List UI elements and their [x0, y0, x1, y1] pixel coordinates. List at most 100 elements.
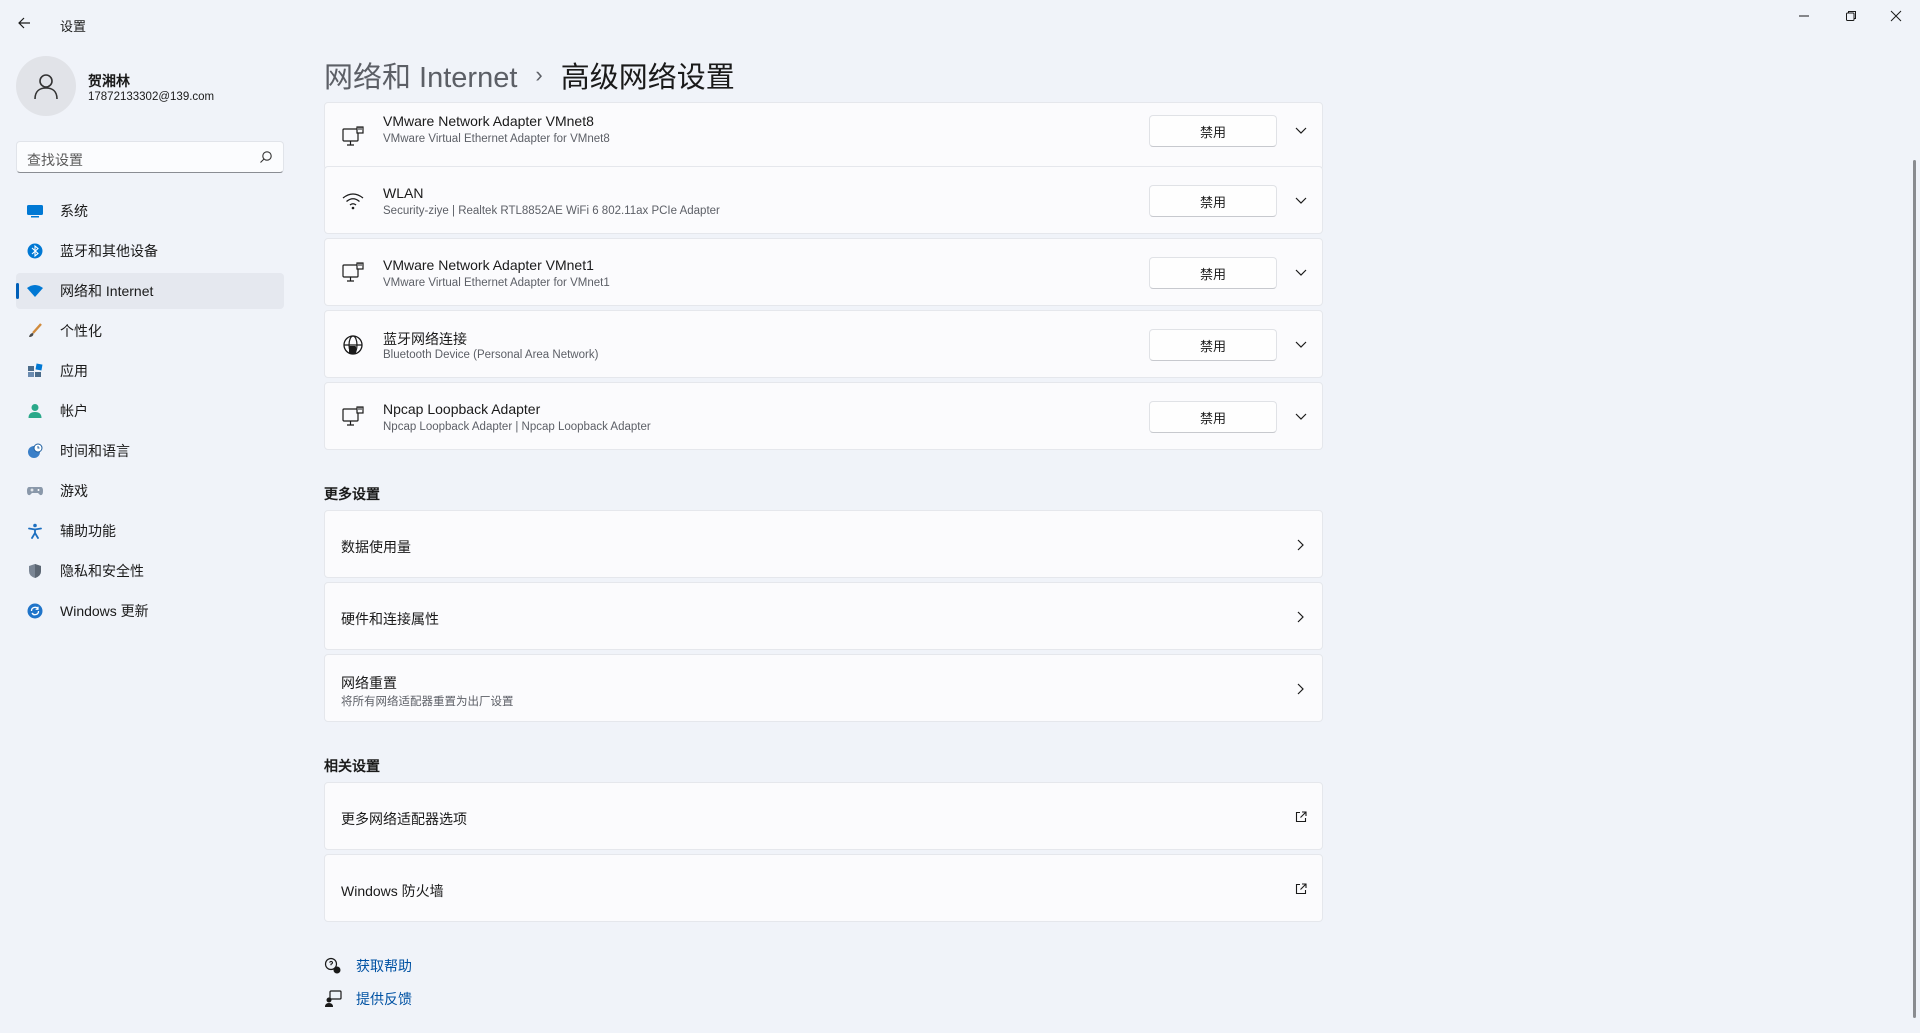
chevron-down-icon — [1295, 269, 1307, 276]
sidebar-item-network[interactable]: 网络和 Internet — [16, 273, 284, 309]
row-label: 更多网络适配器选项 — [341, 811, 467, 827]
row-description: 将所有网络适配器重置为出厂设置 — [341, 696, 514, 708]
sidebar-item-apps[interactable]: 应用 — [16, 353, 284, 389]
disable-button[interactable]: 禁用 — [1149, 257, 1277, 289]
sidebar-item-gaming[interactable]: 游戏 — [16, 473, 284, 509]
system-icon — [26, 202, 44, 220]
chevron-down-icon — [1295, 127, 1307, 134]
help-chat-icon — [324, 957, 342, 975]
account-icon — [26, 402, 44, 420]
ethernet-icon — [342, 262, 364, 282]
restore-icon — [1846, 11, 1856, 21]
breadcrumb-parent[interactable]: 网络和 Internet — [324, 54, 517, 96]
row-label: Windows 防火墙 — [341, 883, 444, 899]
accessibility-icon — [26, 522, 44, 540]
back-button[interactable] — [12, 11, 36, 35]
search-input[interactable]: 查找设置 — [16, 141, 284, 173]
adapter-description: VMware Virtual Ethernet Adapter for VMne… — [383, 133, 610, 145]
close-icon — [1890, 10, 1902, 22]
disable-button[interactable]: 禁用 — [1149, 185, 1277, 217]
feedback-icon — [324, 990, 342, 1008]
adapter-card[interactable]: VMware Network Adapter VMnet1 VMware Vir… — [324, 238, 1323, 306]
expand-chevron[interactable] — [1291, 191, 1311, 211]
data-usage-row[interactable]: 数据使用量 — [324, 510, 1323, 578]
expand-chevron[interactable] — [1291, 335, 1311, 355]
search-placeholder: 查找设置 — [27, 152, 83, 168]
sidebar-nav: 系统 蓝牙和其他设备 网络和 Internet 个性化 应用 帐户 时间和语言 … — [16, 193, 284, 633]
hardware-properties-row[interactable]: 硬件和连接属性 — [324, 582, 1323, 650]
scrollbar[interactable] — [1913, 160, 1916, 1018]
breadcrumb-separator: › — [535, 62, 543, 87]
adapter-card[interactable]: Npcap Loopback Adapter Npcap Loopback Ad… — [324, 382, 1323, 450]
minimize-icon — [1799, 15, 1809, 17]
sidebar-item-windows-update[interactable]: Windows 更新 — [16, 593, 284, 629]
adapter-description: Security-ziye | Realtek RTL8852AE WiFi 6… — [383, 205, 720, 217]
adapter-name: WLAN — [383, 185, 424, 201]
get-help-link[interactable]: 获取帮助 — [324, 956, 412, 976]
shield-icon — [26, 562, 44, 580]
chevron-right-icon — [1291, 607, 1311, 627]
external-link-icon — [1291, 879, 1311, 899]
more-adapter-options-row[interactable]: 更多网络适配器选项 — [324, 782, 1323, 850]
adapter-description: Bluetooth Device (Personal Area Network) — [383, 349, 599, 361]
back-arrow-icon — [18, 17, 30, 29]
sidebar-item-accounts[interactable]: 帐户 — [16, 393, 284, 429]
ethernet-icon — [342, 126, 364, 146]
minimize-button[interactable] — [1790, 6, 1818, 26]
globe-clock-icon — [26, 442, 44, 460]
user-profile[interactable]: 贺湘林 17872133302@139.com — [16, 56, 286, 116]
adapter-name: VMware Network Adapter VMnet1 — [383, 257, 594, 273]
adapter-card[interactable]: 蓝牙网络连接 Bluetooth Device (Personal Area N… — [324, 310, 1323, 378]
ethernet-icon — [342, 406, 364, 426]
sidebar-item-time-language[interactable]: 时间和语言 — [16, 433, 284, 469]
adapter-name: 蓝牙网络连接 — [383, 331, 467, 347]
chevron-right-icon — [1291, 679, 1311, 699]
page-title: 高级网络设置 — [560, 62, 735, 94]
app-title: 设置 — [60, 19, 87, 34]
close-button[interactable] — [1882, 6, 1910, 26]
expand-chevron[interactable] — [1291, 407, 1311, 427]
user-email: 17872133302@139.com — [88, 91, 215, 103]
external-link-icon — [1291, 807, 1311, 827]
adapter-description: Npcap Loopback Adapter | Npcap Loopback … — [383, 421, 651, 433]
related-settings-heading: 相关设置 — [324, 758, 380, 774]
search-icon[interactable] — [259, 150, 273, 164]
adapter-card[interactable]: VMware Network Adapter VMnet8 VMware Vir… — [324, 102, 1323, 170]
gamepad-icon — [26, 482, 44, 500]
title-bar: 设置 — [0, 0, 1920, 46]
expand-chevron[interactable] — [1291, 121, 1311, 141]
chevron-down-icon — [1295, 197, 1307, 204]
chevron-right-icon — [1291, 535, 1311, 555]
more-settings-heading: 更多设置 — [324, 486, 380, 502]
network-reset-row[interactable]: 网络重置 将所有网络适配器重置为出厂设置 — [324, 654, 1323, 722]
adapter-name: VMware Network Adapter VMnet8 — [383, 113, 594, 129]
disable-button[interactable]: 禁用 — [1149, 401, 1277, 433]
user-name: 贺湘林 — [88, 73, 130, 89]
globe-icon — [343, 335, 363, 355]
disable-button[interactable]: 禁用 — [1149, 115, 1277, 147]
sidebar-item-accessibility[interactable]: 辅助功能 — [16, 513, 284, 549]
sidebar-item-bluetooth[interactable]: 蓝牙和其他设备 — [16, 233, 284, 269]
chevron-down-icon — [1295, 341, 1307, 348]
person-icon — [34, 74, 58, 100]
chevron-down-icon — [1295, 413, 1307, 420]
sidebar-item-privacy[interactable]: 隐私和安全性 — [16, 553, 284, 589]
adapter-name: Npcap Loopback Adapter — [383, 401, 541, 417]
sidebar-item-personalization[interactable]: 个性化 — [16, 313, 284, 349]
windows-firewall-row[interactable]: Windows 防火墙 — [324, 854, 1323, 922]
sidebar-item-system[interactable]: 系统 — [16, 193, 284, 229]
breadcrumb: 网络和 Internet › 高级网络设置 — [324, 54, 735, 96]
update-icon — [26, 602, 44, 620]
apps-icon — [26, 362, 44, 380]
bluetooth-icon — [26, 242, 44, 260]
row-label: 数据使用量 — [341, 539, 411, 555]
feedback-link[interactable]: 提供反馈 — [324, 989, 412, 1009]
adapter-card[interactable]: WLAN Security-ziye | Realtek RTL8852AE W… — [324, 166, 1323, 234]
row-label: 网络重置 — [341, 675, 397, 691]
row-label: 硬件和连接属性 — [341, 611, 439, 627]
brush-icon — [26, 322, 44, 340]
wifi-icon — [26, 282, 44, 300]
expand-chevron[interactable] — [1291, 263, 1311, 283]
restore-button[interactable] — [1837, 6, 1865, 26]
disable-button[interactable]: 禁用 — [1149, 329, 1277, 361]
